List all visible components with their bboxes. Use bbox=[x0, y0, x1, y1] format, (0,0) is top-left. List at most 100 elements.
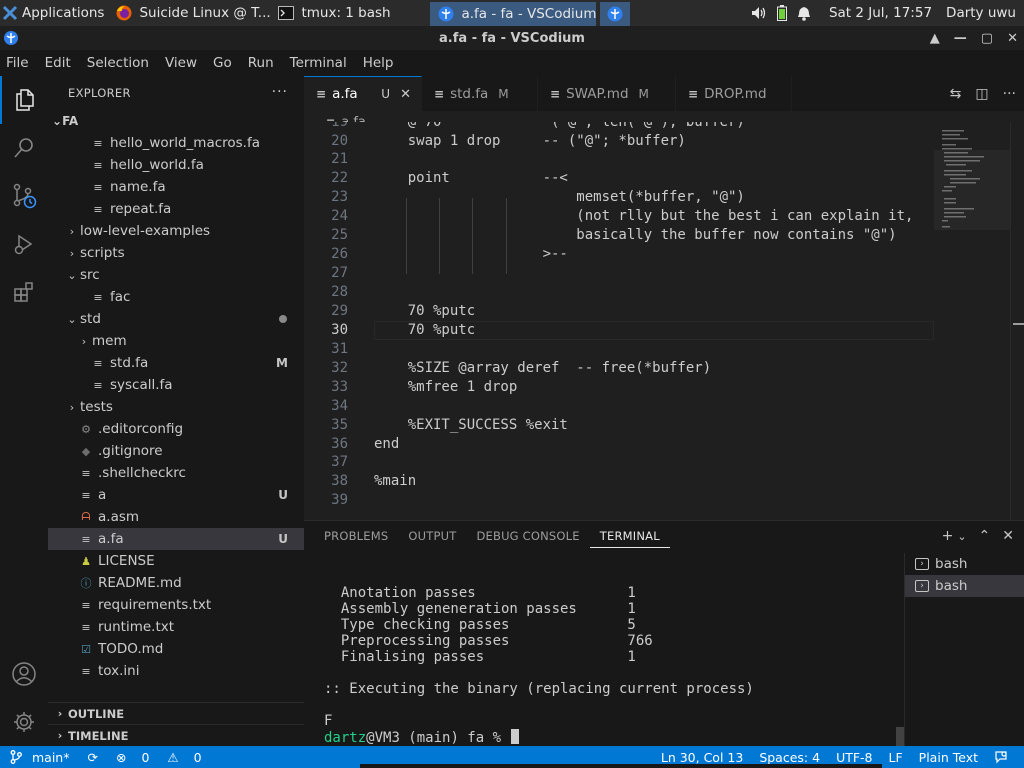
branch-indicator[interactable]: main* bbox=[0, 750, 81, 765]
maximize-icon[interactable]: ▢ bbox=[981, 31, 993, 46]
run-debug-activity[interactable] bbox=[0, 220, 48, 268]
settings-activity[interactable] bbox=[0, 698, 48, 746]
file-item[interactable]: ≡ hello_world_macros.fa bbox=[48, 132, 304, 154]
file-item[interactable]: ≡ name.fa bbox=[48, 176, 304, 198]
problems-indicator[interactable]: ⊗ 0 ⚠ 0 bbox=[104, 750, 214, 765]
folder-item[interactable]: › scripts bbox=[48, 242, 304, 264]
folder-item[interactable]: › tests bbox=[48, 396, 304, 418]
notification-bell-icon[interactable] bbox=[797, 6, 811, 21]
file-item[interactable]: ≡ a U bbox=[48, 484, 304, 506]
folder-item[interactable]: › low-level-examples bbox=[48, 220, 304, 242]
file-item[interactable]: ≡ requirements.txt bbox=[48, 594, 304, 616]
tab-drop-md[interactable]: ≡ DROP.md bbox=[676, 76, 792, 111]
split-editor-icon[interactable]: ◫ bbox=[975, 86, 988, 102]
workspace-root[interactable]: ⌄ FA bbox=[48, 110, 304, 132]
task-vscodium[interactable]: a.fa - fa - VSCodium bbox=[430, 1, 597, 26]
file-item[interactable]: ⓘ README.md bbox=[48, 572, 304, 594]
clock[interactable]: Sat 2 Jul, 17:57 bbox=[829, 5, 932, 21]
terminal-scrollbar[interactable] bbox=[896, 727, 904, 747]
search-activity[interactable] bbox=[0, 124, 48, 172]
window-titlebar[interactable]: a.fa - fa - VSCodium ▲ — ▢ ✕ bbox=[0, 26, 1024, 50]
folder-item[interactable]: ⌄ src bbox=[48, 264, 304, 286]
minimize-window-icon[interactable]: — bbox=[954, 31, 967, 46]
task-vscodium-2[interactable] bbox=[600, 1, 631, 26]
file-item[interactable]: ≡ tox.ini bbox=[48, 660, 304, 682]
encoding[interactable]: UTF-8 bbox=[828, 750, 880, 765]
feedback-icon[interactable] bbox=[986, 750, 1016, 764]
tab-output[interactable]: OUTPUT bbox=[398, 521, 466, 551]
terminal-item[interactable]: › bash bbox=[905, 553, 1024, 575]
menu-edit[interactable]: Edit bbox=[37, 55, 79, 71]
file-item[interactable]: ♟ LICENSE bbox=[48, 550, 304, 572]
outline-section[interactable]: › OUTLINE bbox=[48, 702, 304, 724]
timeline-section[interactable]: › TIMELINE bbox=[48, 724, 304, 746]
line-number: 24 bbox=[331, 208, 348, 225]
tab-debug-console[interactable]: DEBUG CONSOLE bbox=[466, 521, 589, 551]
file-item[interactable]: ◆ .gitignore bbox=[48, 440, 304, 462]
chevron-down-icon[interactable]: ⌄ bbox=[957, 530, 966, 543]
menu-selection[interactable]: Selection bbox=[79, 55, 157, 71]
minimap[interactable] bbox=[934, 122, 1010, 520]
list-icon: ≡ bbox=[93, 290, 103, 304]
file-item[interactable]: ⚙ .editorconfig bbox=[48, 418, 304, 440]
applications-menu[interactable]: Applications bbox=[0, 0, 108, 26]
tab-swap-md[interactable]: ≡ SWAP.md M bbox=[538, 76, 676, 111]
file-item[interactable]: ☑ TODO.md bbox=[48, 638, 304, 660]
sync-icon[interactable]: ⟳ bbox=[81, 750, 103, 765]
code-editor[interactable]: 19 @ 70 ( @ , len( @ ), buffer)20 swap 1… bbox=[304, 122, 934, 520]
line-number: 19 bbox=[304, 122, 348, 131]
file-item[interactable]: ≡ hello_world.fa bbox=[48, 154, 304, 176]
search-icon bbox=[14, 138, 33, 158]
tab-terminal[interactable]: TERMINAL bbox=[589, 524, 670, 548]
menu-help[interactable]: Help bbox=[355, 55, 402, 71]
terminal-output[interactable]: Anotation passes 1 Assembly geneneration… bbox=[304, 555, 904, 747]
file-item[interactable]: ᗩ a.asm bbox=[48, 506, 304, 528]
maximize-panel-icon[interactable]: ⌃ bbox=[979, 528, 991, 544]
editor-scrollbar[interactable] bbox=[1010, 122, 1024, 520]
indentation[interactable]: Spaces: 4 bbox=[751, 750, 828, 765]
task-tmux[interactable]: tmux: 1 bash bbox=[270, 0, 430, 26]
menu-file[interactable]: File bbox=[0, 55, 37, 71]
file-item[interactable]: ≡ repeat.fa bbox=[48, 198, 304, 220]
menu-go[interactable]: Go bbox=[205, 55, 240, 71]
close-icon[interactable]: ✕ bbox=[400, 87, 411, 102]
file-item[interactable]: ≡ syscall.fa bbox=[48, 374, 304, 396]
close-icon[interactable]: ✕ bbox=[1002, 528, 1014, 544]
more-actions-icon[interactable]: ··· bbox=[1003, 86, 1016, 102]
file-item[interactable]: ≡ a.fa U bbox=[48, 528, 304, 550]
file-item[interactable]: ≡ .shellcheckrc bbox=[48, 462, 304, 484]
menu-run[interactable]: Run bbox=[240, 55, 282, 71]
accounts-activity[interactable] bbox=[0, 650, 48, 698]
folder-item[interactable]: › mem bbox=[48, 330, 304, 352]
line-number: 32 bbox=[331, 359, 348, 376]
terminal-item[interactable]: › bash bbox=[905, 575, 1024, 597]
terminal-prompt: dartz@VM3 (main) fa % bbox=[324, 729, 520, 746]
extensions-activity[interactable] bbox=[0, 268, 48, 316]
tab-a-fa[interactable]: ≡ a.fa U ✕ bbox=[304, 76, 422, 111]
open-changes-icon[interactable]: ⇆ bbox=[950, 86, 962, 102]
cursor-position[interactable]: Ln 30, Col 13 bbox=[653, 750, 751, 765]
menu-terminal[interactable]: Terminal bbox=[282, 55, 355, 71]
user-name[interactable]: Darty uwu bbox=[946, 5, 1016, 21]
tree-item-label: repeat.fa bbox=[110, 201, 172, 217]
tab-problems[interactable]: PROBLEMS bbox=[304, 521, 398, 551]
explorer-activity[interactable] bbox=[0, 76, 48, 124]
minimize-icon[interactable]: ▲ bbox=[930, 31, 940, 46]
more-actions-icon[interactable]: ··· bbox=[272, 84, 288, 100]
close-icon[interactable]: ✕ bbox=[1007, 31, 1018, 46]
line-ending[interactable]: LF bbox=[881, 750, 911, 765]
source-control-activity[interactable] bbox=[0, 172, 48, 220]
battery-icon[interactable] bbox=[776, 5, 787, 21]
tree-item-label: .gitignore bbox=[98, 443, 163, 459]
line-number: 28 bbox=[331, 284, 348, 300]
new-terminal-icon[interactable]: + bbox=[942, 528, 954, 544]
file-item[interactable]: ≡ runtime.txt bbox=[48, 616, 304, 638]
tab-std-fa[interactable]: ≡ std.fa M bbox=[422, 76, 538, 111]
task-firefox[interactable]: Suicide Linux @ T... bbox=[108, 0, 270, 26]
menu-view[interactable]: View bbox=[157, 55, 205, 71]
folder-item[interactable]: ⌄ std bbox=[48, 308, 304, 330]
volume-icon[interactable] bbox=[751, 6, 767, 20]
language-mode[interactable]: Plain Text bbox=[911, 750, 986, 765]
file-item[interactable]: ≡ std.fa M bbox=[48, 352, 304, 374]
file-item[interactable]: ≡ fac bbox=[48, 286, 304, 308]
